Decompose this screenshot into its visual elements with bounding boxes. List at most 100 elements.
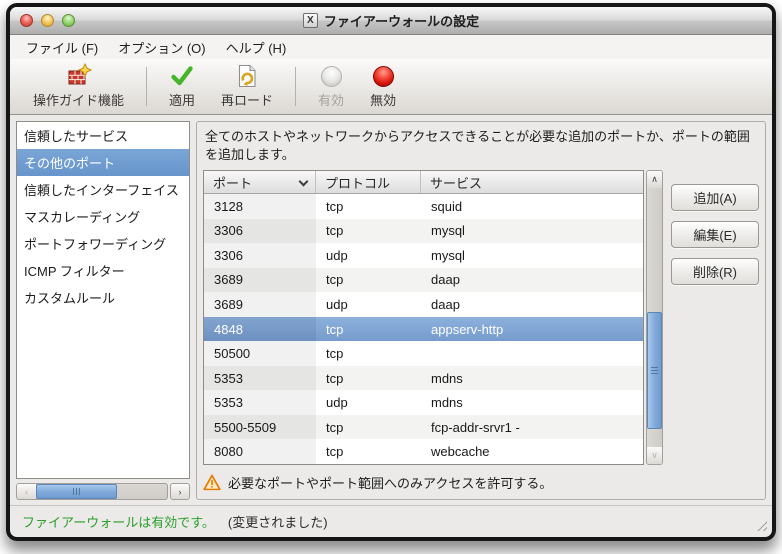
column-header-service[interactable]: サービス xyxy=(421,171,643,193)
vscroll-thumb[interactable] xyxy=(647,312,662,429)
action-buttons: 追加(A) 編集(E) 削除(R) xyxy=(671,170,759,465)
cell-port: 5500-5509 xyxy=(204,415,316,440)
wizard-button[interactable]: 操作ガイド機能 xyxy=(20,59,137,114)
cell-service xyxy=(421,341,643,366)
sort-descending-icon xyxy=(299,178,307,186)
apply-button-label: 適用 xyxy=(169,90,195,109)
table-row[interactable]: 3689 tcp daap xyxy=(204,268,643,293)
scroll-left-arrow-icon[interactable]: ‹ xyxy=(17,484,36,499)
cell-service: mdns xyxy=(421,366,643,391)
hscroll-thumb[interactable] xyxy=(36,484,117,499)
cell-service: squid xyxy=(421,194,643,219)
scroll-right-arrow-icon[interactable]: › xyxy=(170,483,190,500)
apply-button[interactable]: 適用 xyxy=(156,59,208,114)
close-button[interactable] xyxy=(20,14,33,27)
cell-service: daap xyxy=(421,292,643,317)
apply-check-icon xyxy=(169,63,195,89)
cell-service: webcache xyxy=(421,439,643,464)
edit-button[interactable]: 編集(E) xyxy=(671,221,759,248)
wizard-brick-wall-icon xyxy=(66,63,92,89)
firewall-settings-window: X ファイアーウォールの設定 ファイル (F) オプション (O) ヘルプ (H… xyxy=(10,7,772,537)
reload-button[interactable]: 再ロード xyxy=(208,59,286,114)
cell-port: 5353 xyxy=(204,390,316,415)
scroll-up-arrow-icon[interactable]: ∧ xyxy=(647,171,662,188)
cell-protocol: tcp xyxy=(316,415,421,440)
cell-port: 3128 xyxy=(204,194,316,219)
cell-port: 4848 xyxy=(204,317,316,342)
reload-document-icon xyxy=(234,63,260,89)
table-row[interactable]: 4848 tcp appserv-http xyxy=(204,317,643,342)
disable-button[interactable]: 無効 xyxy=(357,59,409,114)
table-row[interactable]: 50500 tcp xyxy=(204,341,643,366)
wizard-button-label: 操作ガイド機能 xyxy=(33,90,124,109)
sidebar-horizontal-scrollbar[interactable]: ‹ › xyxy=(16,483,190,500)
table-row[interactable]: 5353 tcp mdns xyxy=(204,366,643,391)
disable-button-label: 無効 xyxy=(370,90,396,109)
cell-service: daap xyxy=(421,268,643,293)
sidebar-list: 信頼したサービスその他のポート信頼したインターフェイスマスカレーディングポートフ… xyxy=(16,121,190,479)
sidebar: 信頼したサービスその他のポート信頼したインターフェイスマスカレーディングポートフ… xyxy=(16,121,190,500)
warning-row: 必要なポートやポート範囲へのみアクセスを許可する。 xyxy=(203,470,759,494)
enable-button: 有効 xyxy=(305,59,357,114)
sidebar-item[interactable]: カスタムルール xyxy=(17,284,189,311)
title-bar[interactable]: X ファイアーウォールの設定 xyxy=(10,7,772,35)
scroll-down-arrow-icon[interactable]: ∨ xyxy=(647,447,662,464)
cell-service: mysql xyxy=(421,219,643,244)
cell-service: appserv-http xyxy=(421,317,643,342)
sidebar-item[interactable]: マスカレーディング xyxy=(17,203,189,230)
menu-file[interactable]: ファイル (F) xyxy=(16,35,108,60)
table-row[interactable]: 3306 udp mysql xyxy=(204,243,643,268)
sidebar-item[interactable]: 信頼したインターフェイス xyxy=(17,176,189,203)
sidebar-item[interactable]: 信頼したサービス xyxy=(17,122,189,149)
hscroll-track[interactable] xyxy=(36,484,167,499)
toolbar: 操作ガイド機能 適用 再ロード xyxy=(10,59,772,115)
cell-protocol: tcp xyxy=(316,268,421,293)
cell-port: 3689 xyxy=(204,268,316,293)
zoom-button[interactable] xyxy=(62,14,75,27)
sidebar-item[interactable]: ポートフォワーディング xyxy=(17,230,189,257)
window-title: ファイアーウォールの設定 xyxy=(324,11,479,30)
cell-protocol: tcp xyxy=(316,317,421,342)
disable-red-orb-icon xyxy=(373,63,394,89)
table-vertical-scrollbar[interactable]: ∧ ∨ xyxy=(646,170,663,465)
delete-button[interactable]: 削除(R) xyxy=(671,258,759,285)
ports-panel: 全てのホストやネットワークからアクセスできることが必要な追加のポートか、ポートの… xyxy=(196,121,766,500)
resize-grip[interactable] xyxy=(753,517,767,531)
sidebar-item[interactable]: その他のポート xyxy=(17,149,189,176)
cell-protocol: tcp xyxy=(316,219,421,244)
cell-service: mdns xyxy=(421,390,643,415)
cell-protocol: tcp xyxy=(316,341,421,366)
minimize-button[interactable] xyxy=(41,14,54,27)
toolbar-separator xyxy=(295,67,296,106)
table-row[interactable]: 3306 tcp mysql xyxy=(204,219,643,244)
warning-text: 必要なポートやポート範囲へのみアクセスを許可する。 xyxy=(228,473,552,492)
cell-port: 3306 xyxy=(204,243,316,268)
cell-protocol: tcp xyxy=(316,194,421,219)
vscroll-track[interactable] xyxy=(647,188,662,447)
column-header-port[interactable]: ポート xyxy=(204,171,316,193)
column-header-protocol[interactable]: プロトコル xyxy=(316,171,421,193)
menu-bar: ファイル (F) オプション (O) ヘルプ (H) xyxy=(10,35,772,59)
cell-protocol: tcp xyxy=(316,439,421,464)
x11-window-icon: X xyxy=(303,13,318,28)
reload-button-label: 再ロード xyxy=(221,90,273,109)
table-row[interactable]: 5353 udp mdns xyxy=(204,390,643,415)
sidebar-item[interactable]: ICMP フィルター xyxy=(17,257,189,284)
warning-triangle-icon xyxy=(203,474,221,491)
cell-port: 3689 xyxy=(204,292,316,317)
table-row[interactable]: 5500-5509 tcp fcp-addr-srvr1 - xyxy=(204,415,643,440)
table-row[interactable]: 3689 udp daap xyxy=(204,292,643,317)
traffic-lights xyxy=(20,14,75,27)
menu-help[interactable]: ヘルプ (H) xyxy=(216,35,297,60)
menu-options[interactable]: オプション (O) xyxy=(108,35,215,60)
cell-protocol: udp xyxy=(316,390,421,415)
status-bar: ファイアーウォールは有効です。 (変更されました) xyxy=(10,505,772,537)
table-row[interactable]: 8080 tcp webcache xyxy=(204,439,643,464)
add-button[interactable]: 追加(A) xyxy=(671,184,759,211)
ports-table: ポート プロトコル サービス 3128 tcp squid 3306 tcp m… xyxy=(203,170,644,465)
table-row[interactable]: 3128 tcp squid xyxy=(204,194,643,219)
content-area: 信頼したサービスその他のポート信頼したインターフェイスマスカレーディングポートフ… xyxy=(10,115,772,505)
table-body: 3128 tcp squid 3306 tcp mysql 3306 udp m… xyxy=(204,194,643,464)
modified-note: (変更されました) xyxy=(228,512,328,531)
table-header: ポート プロトコル サービス xyxy=(204,171,643,194)
